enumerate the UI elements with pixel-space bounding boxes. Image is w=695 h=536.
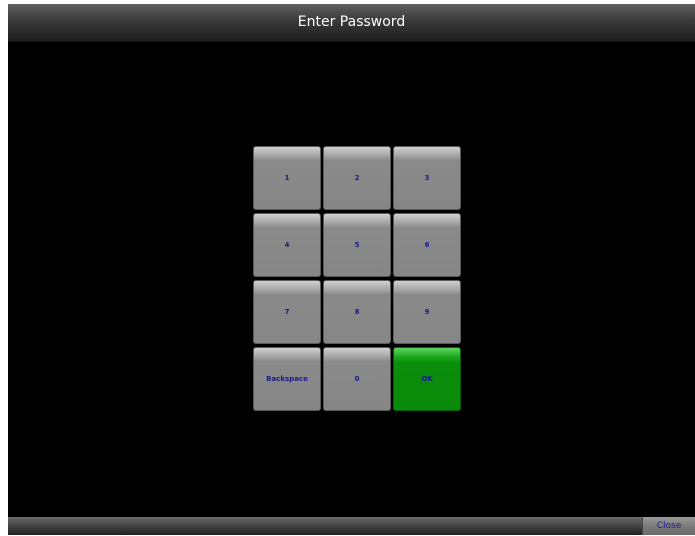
key-9[interactable]: 9	[393, 280, 461, 344]
key-8[interactable]: 8	[323, 280, 391, 344]
ok-button[interactable]: OK	[393, 347, 461, 411]
key-0[interactable]: 0	[323, 347, 391, 411]
backspace-key[interactable]: Backspace	[253, 347, 321, 411]
numeric-keypad: 1 2 3 4 5 6 7 8 9 Backspace 0 OK	[253, 146, 462, 412]
key-2[interactable]: 2	[323, 146, 391, 210]
key-5[interactable]: 5	[323, 213, 391, 277]
dialog-title: Enter Password	[8, 4, 695, 42]
key-3[interactable]: 3	[393, 146, 461, 210]
bottom-bar: Close	[8, 517, 695, 535]
key-7[interactable]: 7	[253, 280, 321, 344]
password-dialog: Enter Password 1 2 3 4 5 6 7 8 9 Backspa…	[8, 4, 695, 535]
key-6[interactable]: 6	[393, 213, 461, 277]
close-button[interactable]: Close	[642, 517, 695, 535]
key-1[interactable]: 1	[253, 146, 321, 210]
key-4[interactable]: 4	[253, 213, 321, 277]
